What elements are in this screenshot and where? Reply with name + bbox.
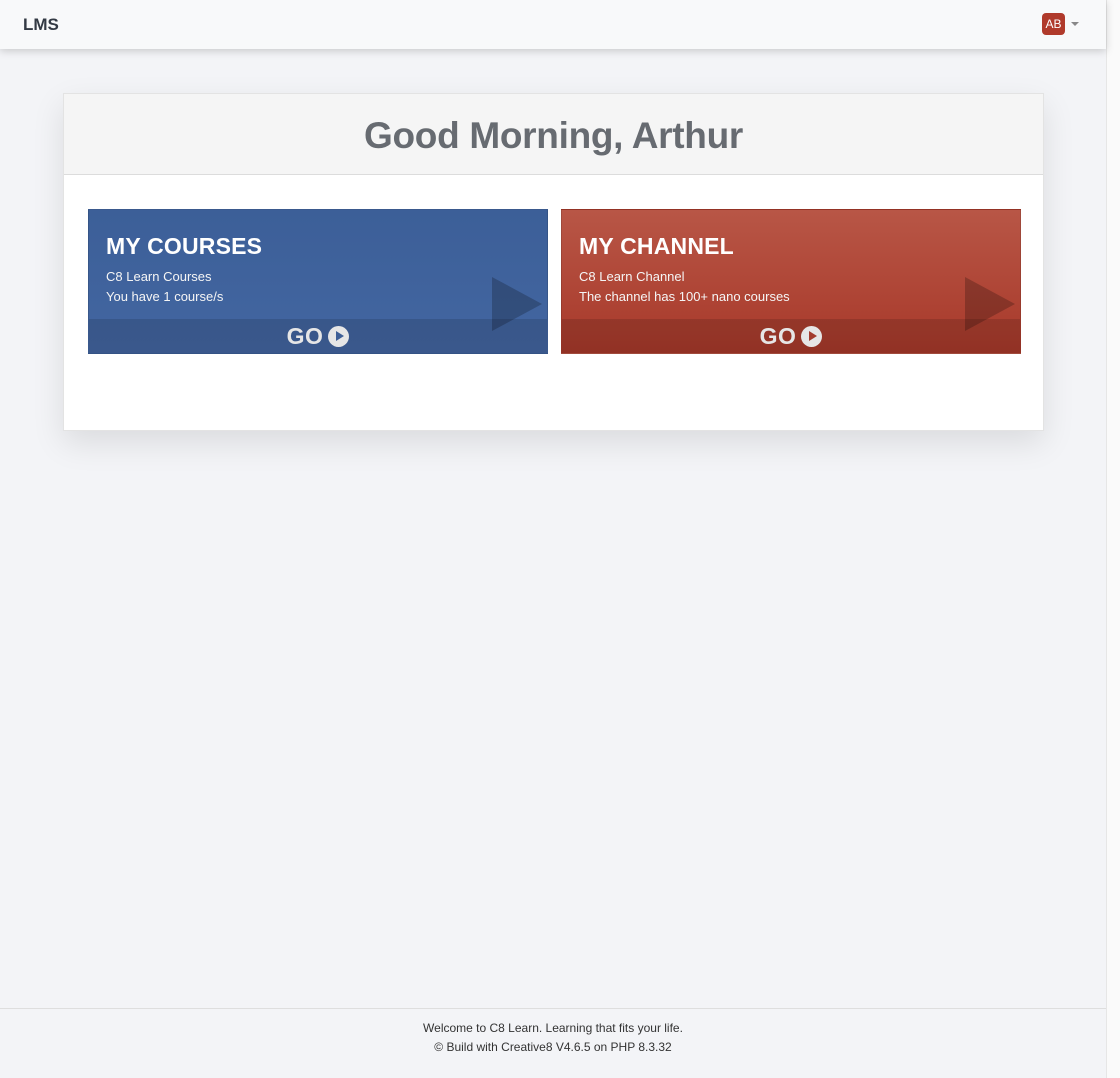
go-button[interactable]: GO xyxy=(562,319,1020,353)
go-button[interactable]: GO xyxy=(89,319,547,353)
vertical-scrollbar[interactable] xyxy=(1106,0,1120,1078)
footer-welcome-text: Welcome to C8 Learn. Learning that fits … xyxy=(423,1021,683,1035)
tile-description: The channel has 100+ nano courses xyxy=(579,289,790,304)
greeting-title: Good Morning, Arthur xyxy=(364,115,743,156)
page: LMS AB Good Morning, Arthur MY COURSES C… xyxy=(0,0,1120,1078)
my-courses-tile[interactable]: MY COURSES C8 Learn Courses You have 1 c… xyxy=(88,209,548,354)
go-label: GO xyxy=(759,322,797,349)
tile-title: MY CHANNEL xyxy=(579,233,734,259)
go-label: GO xyxy=(286,322,324,349)
my-channel-tile[interactable]: MY CHANNEL C8 Learn Channel The channel … xyxy=(561,209,1021,354)
chevron-down-icon[interactable] xyxy=(1071,22,1079,26)
page-footer: Welcome to C8 Learn. Learning that fits … xyxy=(0,1008,1106,1078)
top-navbar: LMS AB xyxy=(0,0,1106,49)
user-menu-toggle[interactable]: AB xyxy=(1042,13,1079,35)
tile-subtitle: C8 Learn Courses xyxy=(106,269,212,284)
tile-subtitle: C8 Learn Channel xyxy=(579,269,685,284)
play-circle-icon xyxy=(328,325,350,347)
user-avatar[interactable]: AB xyxy=(1042,13,1065,35)
tile-description: You have 1 course/s xyxy=(106,289,224,304)
brand-logo[interactable]: LMS xyxy=(23,15,59,35)
tile-title: MY COURSES xyxy=(106,233,263,259)
footer-build-info: © Build with Creative8 V4.6.5 on PHP 8.3… xyxy=(434,1040,672,1054)
play-circle-icon xyxy=(801,325,823,347)
dashboard-card: Good Morning, Arthur MY COURSES C8 Learn… xyxy=(63,93,1044,431)
card-header: Good Morning, Arthur xyxy=(64,94,1043,175)
